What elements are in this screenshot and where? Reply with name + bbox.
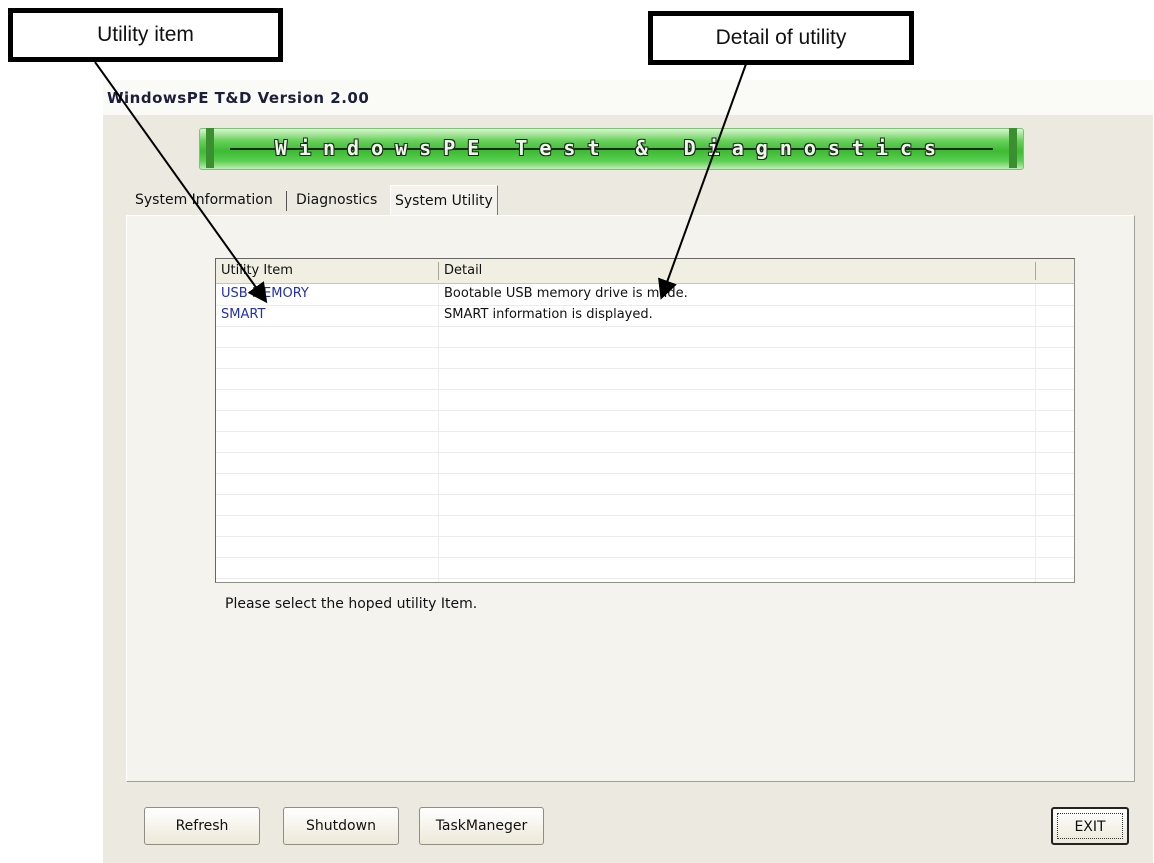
list-row-empty — [216, 326, 1074, 348]
list-row-empty — [216, 368, 1074, 390]
list-row-empty — [216, 347, 1074, 369]
tab-separator — [286, 191, 287, 211]
list-row-empty — [216, 431, 1074, 453]
utility-detail-cell: SMART information is displayed. — [444, 307, 653, 322]
column-divider[interactable] — [1035, 262, 1036, 280]
focus-rectangle — [1057, 813, 1123, 839]
tab-system-utility[interactable]: System Utility — [390, 185, 498, 216]
shutdown-button[interactable]: Shutdown — [283, 807, 399, 845]
task-manager-button[interactable]: TaskManeger — [419, 807, 544, 845]
app-banner: WindowsPE Test & Diagnostics — [199, 128, 1024, 170]
status-hint: Please select the hoped utility Item. — [225, 596, 478, 612]
list-row-empty — [216, 494, 1074, 516]
utility-detail-cell: Bootable USB memory drive is made. — [444, 286, 688, 301]
callout-utility-item: Utility item — [8, 8, 283, 62]
callout-detail-of-utility: Detail of utility — [648, 11, 914, 65]
app-window: WindowsPE T&D Version 2.00 WindowsPE Tes… — [103, 80, 1153, 863]
list-row-empty — [216, 515, 1074, 537]
refresh-button[interactable]: Refresh — [144, 807, 260, 845]
list-row-empty — [216, 536, 1074, 558]
list-row-empty — [216, 410, 1074, 432]
title-bar[interactable]: WindowsPE T&D Version 2.00 — [103, 80, 1153, 115]
tab-diagnostics[interactable]: Diagnostics — [292, 185, 381, 215]
list-header: Utility Item Detail — [216, 259, 1074, 284]
tab-system-information[interactable]: System Information — [131, 185, 277, 215]
list-row-empty — [216, 452, 1074, 474]
list-row[interactable]: SMART SMART information is displayed. — [216, 305, 1074, 327]
window-title: WindowsPE T&D Version 2.00 — [107, 89, 370, 107]
list-row-empty — [216, 557, 1074, 579]
column-header-detail[interactable]: Detail — [439, 259, 1035, 283]
list-row-empty — [216, 389, 1074, 411]
exit-button[interactable]: EXIT — [1051, 807, 1129, 845]
tab-panel-system-utility: Utility Item Detail USB MEMORY Bootable … — [126, 215, 1135, 782]
utility-item-cell: USB MEMORY — [221, 286, 309, 301]
utility-item-cell: SMART — [221, 307, 266, 322]
banner-title: WindowsPE Test & Diagnostics — [274, 136, 949, 160]
column-header-utility-item[interactable]: Utility Item — [216, 259, 438, 283]
list-row[interactable]: USB MEMORY Bootable USB memory drive is … — [216, 284, 1074, 306]
list-row-empty — [216, 473, 1074, 495]
utility-list[interactable]: Utility Item Detail USB MEMORY Bootable … — [215, 258, 1075, 583]
